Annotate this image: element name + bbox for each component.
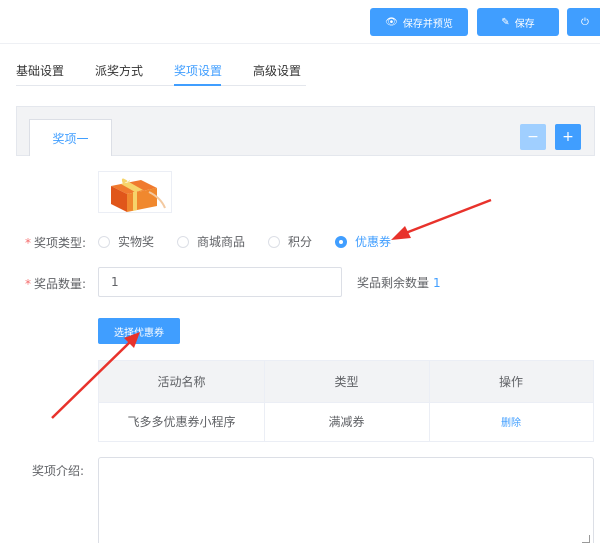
- description-textarea[interactable]: [98, 457, 594, 543]
- eye-icon: 👁: [385, 16, 398, 28]
- tab-prize-settings[interactable]: 奖项设置: [174, 62, 222, 79]
- remaining-quantity-label: 奖品剩余数量: [357, 276, 430, 290]
- prize-type-label: * 奖项类型:: [25, 234, 86, 251]
- save-and-preview-label: 保存并预览: [402, 18, 453, 30]
- gift-box-icon: [111, 178, 166, 212]
- radio-label: 积分: [288, 235, 313, 249]
- top-toolbar: 👁 保存并预览 ✎ 保存 ⏻: [0, 0, 600, 44]
- radio-physical-prize[interactable]: 实物奖: [98, 233, 154, 250]
- resize-handle[interactable]: [582, 535, 590, 543]
- prize-quantity-label-text: 奖品数量:: [34, 277, 87, 291]
- prize-quantity-input[interactable]: [98, 267, 342, 297]
- cell-action: 删除: [429, 402, 593, 441]
- radio-label: 实物奖: [118, 235, 155, 249]
- required-mark: *: [25, 236, 31, 250]
- radio-label: 商城商品: [197, 235, 246, 249]
- prize-type-label-text: 奖项类型:: [34, 236, 87, 250]
- radio-circle: [268, 235, 280, 248]
- header-activity-name: 活动名称: [157, 375, 206, 389]
- remove-prize-button[interactable]: −: [520, 124, 546, 150]
- remaining-quantity-value: 1: [433, 276, 441, 290]
- tab-award-method[interactable]: 派奖方式: [95, 62, 143, 79]
- power-icon: ⏻: [581, 16, 589, 28]
- radio-circle: [177, 235, 189, 248]
- cell-type: 满减券: [328, 415, 365, 429]
- radio-mall-product[interactable]: 商城商品: [177, 233, 245, 250]
- tabs-underline: [16, 85, 306, 86]
- description-label: 奖项介绍:: [32, 464, 85, 478]
- cell-activity-name: 飞多多优惠券小程序: [127, 415, 236, 429]
- settings-tabs: 基础设置 派奖方式 奖项设置 高级设置: [0, 52, 600, 92]
- header-action: 操作: [498, 375, 523, 389]
- required-mark: *: [25, 277, 31, 291]
- delete-link[interactable]: 删除: [501, 414, 521, 429]
- prize-tab-1[interactable]: 奖项一: [29, 119, 112, 156]
- radio-label: 优惠券: [355, 235, 392, 249]
- radio-points[interactable]: 积分: [268, 233, 312, 250]
- select-coupon-button[interactable]: 选择优惠券: [98, 318, 180, 344]
- edit-icon: ✎: [501, 16, 510, 28]
- tab-advanced-settings[interactable]: 高级设置: [253, 62, 301, 79]
- save-label: 保存: [514, 18, 535, 30]
- add-prize-button[interactable]: +: [555, 124, 581, 150]
- prize-image[interactable]: [98, 171, 172, 213]
- remaining-quantity: 奖品剩余数量 1: [357, 274, 441, 291]
- tab-basic-settings[interactable]: 基础设置: [16, 62, 64, 79]
- save-button[interactable]: ✎ 保存: [477, 8, 559, 36]
- header-type: 类型: [334, 375, 359, 389]
- radio-circle: [98, 235, 110, 248]
- prize-quantity-label: * 奖品数量:: [25, 275, 86, 292]
- active-tab-indicator: [174, 84, 221, 86]
- radio-circle-checked: [335, 235, 347, 248]
- save-and-preview-button[interactable]: 👁 保存并预览: [370, 8, 468, 36]
- radio-coupon[interactable]: 优惠券: [335, 233, 391, 250]
- power-button[interactable]: ⏻: [567, 8, 600, 36]
- coupon-table: 活动名称 类型 操作 飞多多优惠券小程序 满减券 删除: [98, 360, 594, 442]
- annotation-arrow-coupon: [391, 198, 492, 240]
